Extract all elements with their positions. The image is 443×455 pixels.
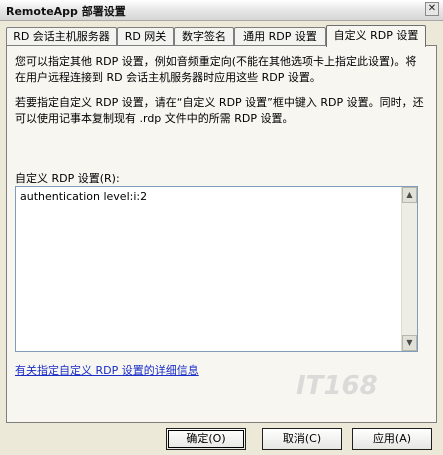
vertical-scrollbar[interactable]: ▲ ▼	[401, 187, 417, 351]
tab-common-rdp-settings[interactable]: 通用 RDP 设置	[234, 27, 326, 46]
watermark-logo: IT168	[296, 371, 378, 401]
instruction-paragraph: 若要指定自定义 RDP 设置，请在“自定义 RDP 设置”框中键入 RDP 设置…	[15, 96, 424, 125]
title-bar: RemoteApp 部署设置 ✕	[0, 0, 443, 21]
apply-button[interactable]: 应用(A)	[352, 428, 432, 450]
close-icon[interactable]: ✕	[425, 2, 439, 16]
tab-digital-signature[interactable]: 数字签名	[174, 27, 234, 46]
description-paragraph: 您可以指定其他 RDP 设置，例如音频重定向(不能在其他选项卡上指定此设置)。将…	[15, 55, 417, 84]
tab-panel-custom-rdp: 您可以指定其他 RDP 设置，例如音频重定向(不能在其他选项卡上指定此设置)。将…	[6, 45, 437, 423]
down-arrow-icon[interactable]: ▼	[402, 335, 417, 351]
custom-rdp-settings-value: authentication level:i:2	[20, 190, 148, 203]
cancel-button[interactable]: 取消(C)	[262, 428, 342, 450]
up-arrow-icon[interactable]: ▲	[402, 187, 417, 203]
custom-rdp-field-label: 自定义 RDP 设置(R):	[15, 172, 120, 185]
help-link[interactable]: 有关指定自定义 RDP 设置的详细信息	[15, 362, 199, 378]
tab-custom-rdp-settings[interactable]: 自定义 RDP 设置	[326, 25, 426, 47]
tab-rd-session-host[interactable]: RD 会话主机服务器	[6, 27, 117, 46]
ok-button[interactable]: 确定(O)	[166, 428, 246, 450]
tab-rd-gateway[interactable]: RD 网关	[117, 27, 174, 46]
window-title: RemoteApp 部署设置	[6, 5, 126, 18]
custom-rdp-settings-textarea[interactable]: authentication level:i:2 ▲ ▼	[15, 186, 418, 352]
